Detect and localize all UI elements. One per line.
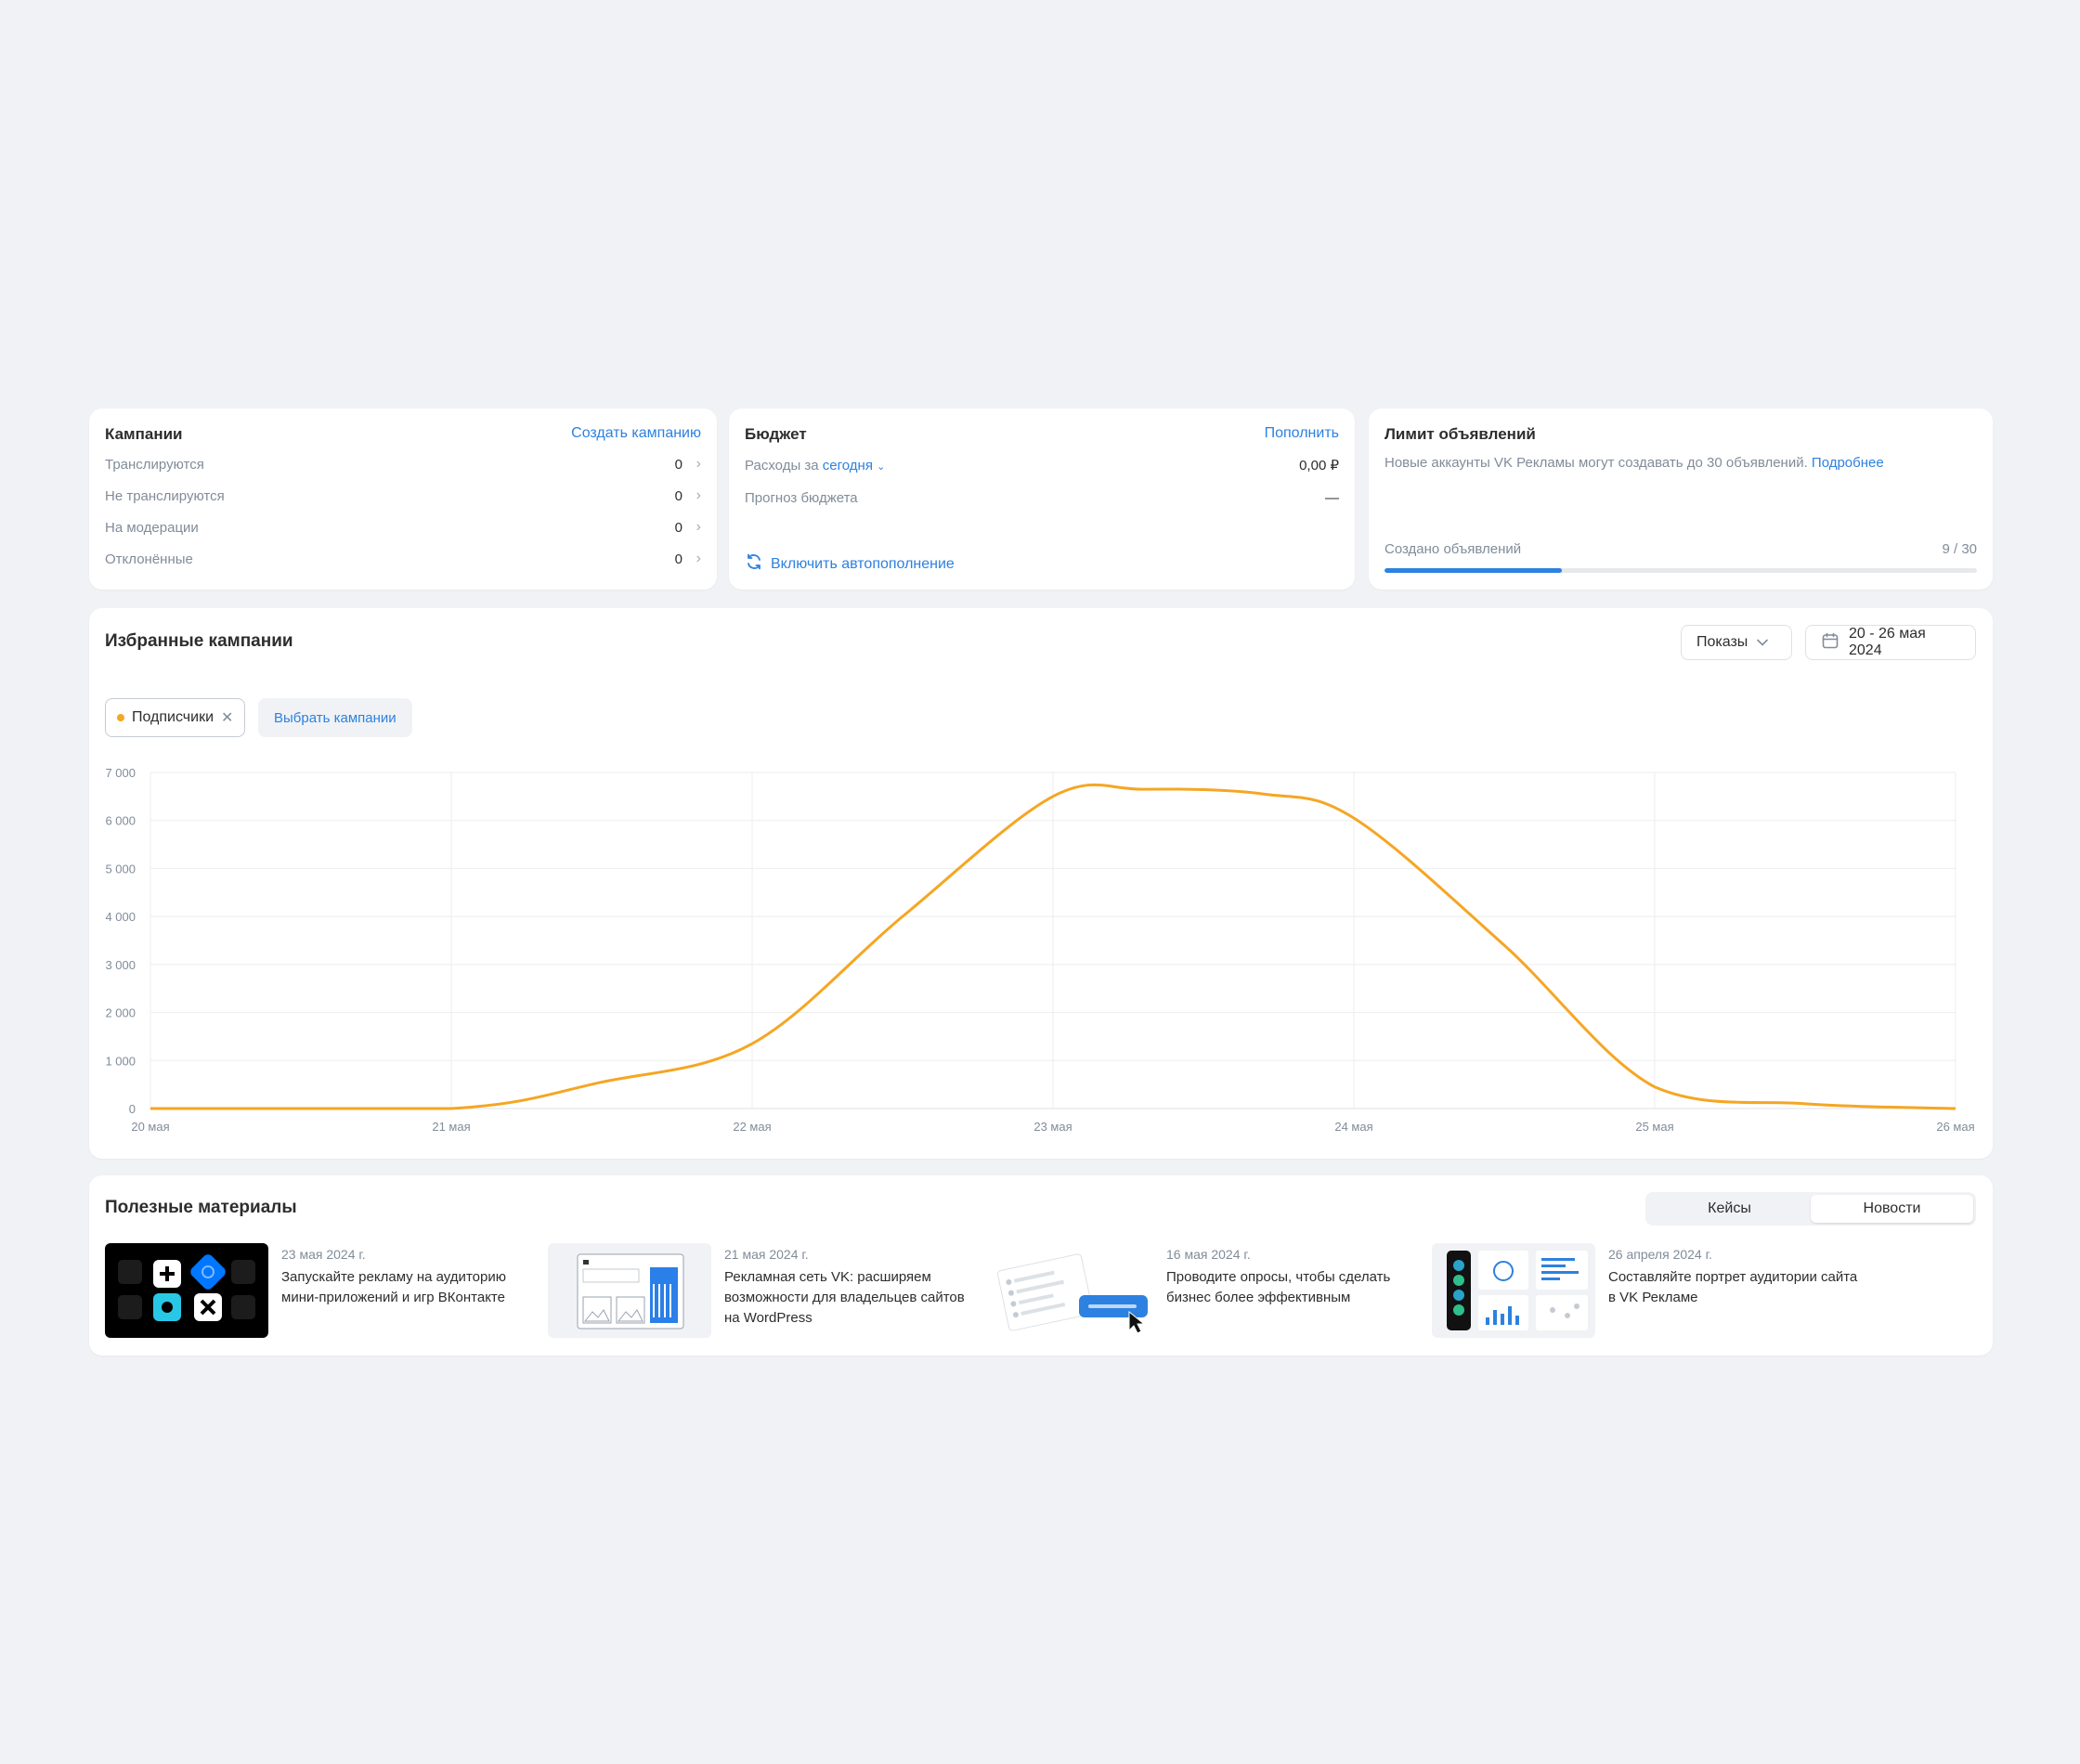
x-tick-label: 20 мая <box>131 1120 169 1134</box>
forecast-label: Прогноз бюджета <box>745 489 858 506</box>
y-tick-label: 1 000 <box>105 1054 136 1068</box>
chevron-right-icon: › <box>696 519 701 535</box>
y-tick-label: 7 000 <box>105 766 136 780</box>
spend-period: сегодня <box>822 457 873 473</box>
close-icon[interactable]: ✕ <box>221 708 233 727</box>
campaign-status-row[interactable]: Транслируются 0 › <box>105 453 701 475</box>
created-value: 9 / 30 <box>1942 541 1977 557</box>
status-count: 0 <box>674 551 682 567</box>
metric-select-value: Показы <box>1696 634 1748 650</box>
tab-news[interactable]: Новости <box>1811 1195 1973 1223</box>
y-tick-label: 5 000 <box>105 862 136 876</box>
campaigns-title: Кампании <box>105 425 183 443</box>
article-date: 21 мая 2024 г. <box>724 1247 809 1262</box>
forecast-row: Прогноз бюджета — <box>745 486 1339 509</box>
chevron-right-icon: › <box>696 551 701 566</box>
y-tick-label: 0 <box>129 1102 136 1116</box>
status-label: Не транслируются <box>105 487 225 504</box>
limit-progress-fill <box>1384 568 1563 573</box>
forecast-value: — <box>1325 489 1339 506</box>
x-tick-label: 22 мая <box>733 1120 771 1134</box>
chevron-right-icon: › <box>696 487 701 503</box>
spend-row: Расходы за сегодня ⌄ 0,00 ₽ <box>745 454 1339 476</box>
y-tick-label: 4 000 <box>105 910 136 924</box>
article-thumbnail <box>548 1243 711 1338</box>
article-card[interactable]: 16 мая 2024 г. Проводите опросы, чтобы с… <box>990 1243 1417 1338</box>
campaign-status-row[interactable]: Не транслируются 0 › <box>105 485 701 507</box>
more-link[interactable]: Подробнее <box>1812 455 1884 471</box>
article-title: Рекламная сеть VK: расширяем возможности… <box>724 1269 965 1326</box>
tab-cases[interactable]: Кейсы <box>1648 1195 1811 1223</box>
chevron-down-icon <box>1757 634 1769 651</box>
line-chart: 0 1 000 2 000 3 000 4 000 5 000 6 000 7 000 20 м… <box>105 766 1974 1134</box>
article-thumbnail <box>105 1243 268 1338</box>
created-ads-row: Создано объявлений 9 / 30 <box>1384 541 1977 557</box>
select-campaigns-button[interactable]: Выбрать кампании <box>258 698 412 737</box>
calendar-icon <box>1821 631 1840 655</box>
materials-title: Полезные материалы <box>105 1198 297 1217</box>
y-tick-label: 2 000 <box>105 1006 136 1020</box>
date-range-picker[interactable]: 20 - 26 мая 2024 <box>1805 625 1976 660</box>
status-count: 0 <box>674 519 682 536</box>
article-thumbnail <box>1432 1243 1595 1338</box>
created-label: Создано объявлений <box>1384 541 1522 557</box>
article-thumbnail <box>990 1243 1153 1338</box>
autotopup-label: Включить автопополнение <box>771 555 955 572</box>
series-chip-label: Подписчики <box>132 709 214 725</box>
chevron-down-icon: ⌄ <box>877 460 886 473</box>
featured-title: Избранные кампании <box>105 631 293 651</box>
spend-label: Расходы за <box>745 457 819 473</box>
article-date: 26 апреля 2024 г. <box>1608 1247 1712 1262</box>
budget-title: Бюджет <box>745 425 807 443</box>
status-count: 0 <box>674 487 682 504</box>
autotopup-link[interactable]: Включить автопополнение <box>745 552 955 576</box>
chevron-right-icon: › <box>696 456 701 472</box>
article-card[interactable]: 26 апреля 2024 г. Составляйте портрет ау… <box>1432 1243 1859 1338</box>
series-color-dot <box>117 714 124 721</box>
article-title: Составляйте портрет аудитории сайта в VK… <box>1608 1269 1858 1305</box>
limit-progress-bar <box>1384 568 1977 573</box>
series-chip: Подписчики ✕ <box>105 698 246 737</box>
article-title: Запускайте рекламу на аудиторию мини-при… <box>281 1269 506 1305</box>
y-tick-label: 3 000 <box>105 958 136 972</box>
status-label: Транслируются <box>105 456 204 473</box>
y-tick-label: 6 000 <box>105 814 136 828</box>
article-date: 23 мая 2024 г. <box>281 1247 366 1262</box>
status-label: На модерации <box>105 519 199 536</box>
spend-value: 0,00 ₽ <box>1299 458 1339 473</box>
x-tick-label: 25 мая <box>1635 1120 1673 1134</box>
materials-tabs: Кейсы Новости <box>1645 1192 1976 1226</box>
spend-period-dropdown[interactable]: сегодня ⌄ <box>823 458 886 473</box>
topup-link[interactable]: Пополнить <box>1265 425 1339 442</box>
status-count: 0 <box>674 456 682 473</box>
article-card[interactable]: 23 мая 2024 г. Запускайте рекламу на ауд… <box>105 1243 532 1338</box>
campaign-status-row[interactable]: Отклонённые 0 › <box>105 548 701 570</box>
article-title: Проводите опросы, чтобы сделать бизнес б… <box>1166 1269 1391 1305</box>
limit-title: Лимит объявлений <box>1384 425 1536 443</box>
budget-card: Бюджет Пополнить Расходы за сегодня ⌄ 0,… <box>729 409 1355 590</box>
x-tick-label: 21 мая <box>432 1120 470 1134</box>
ad-limit-card: Лимит объявлений Новые аккаунты VK Рекла… <box>1369 409 1993 590</box>
x-tick-label: 24 мая <box>1334 1120 1372 1134</box>
date-range-value: 20 - 26 мая 2024 <box>1849 626 1926 658</box>
article-card[interactable]: 21 мая 2024 г. Рекламная сеть VK: расшир… <box>548 1243 975 1338</box>
x-tick-label: 26 мая <box>1936 1120 1974 1134</box>
limit-description: Новые аккаунты VK Рекламы могут создават… <box>1384 455 1884 471</box>
create-campaign-link[interactable]: Создать кампанию <box>571 425 701 442</box>
featured-campaigns-card: Избранные кампании Показы 20 - 26 мая 20… <box>89 608 1993 1159</box>
status-label: Отклонённые <box>105 551 193 567</box>
article-date: 16 мая 2024 г. <box>1166 1247 1251 1262</box>
refresh-icon <box>745 552 763 576</box>
campaigns-card: Кампании Создать кампанию Транслируются … <box>89 409 717 590</box>
campaign-status-row[interactable]: На модерации 0 › <box>105 516 701 538</box>
useful-materials-card: Полезные материалы Кейсы Новости 23 мая … <box>89 1175 1993 1355</box>
metric-select[interactable]: Показы <box>1681 625 1792 660</box>
x-tick-label: 23 мая <box>1034 1120 1072 1134</box>
